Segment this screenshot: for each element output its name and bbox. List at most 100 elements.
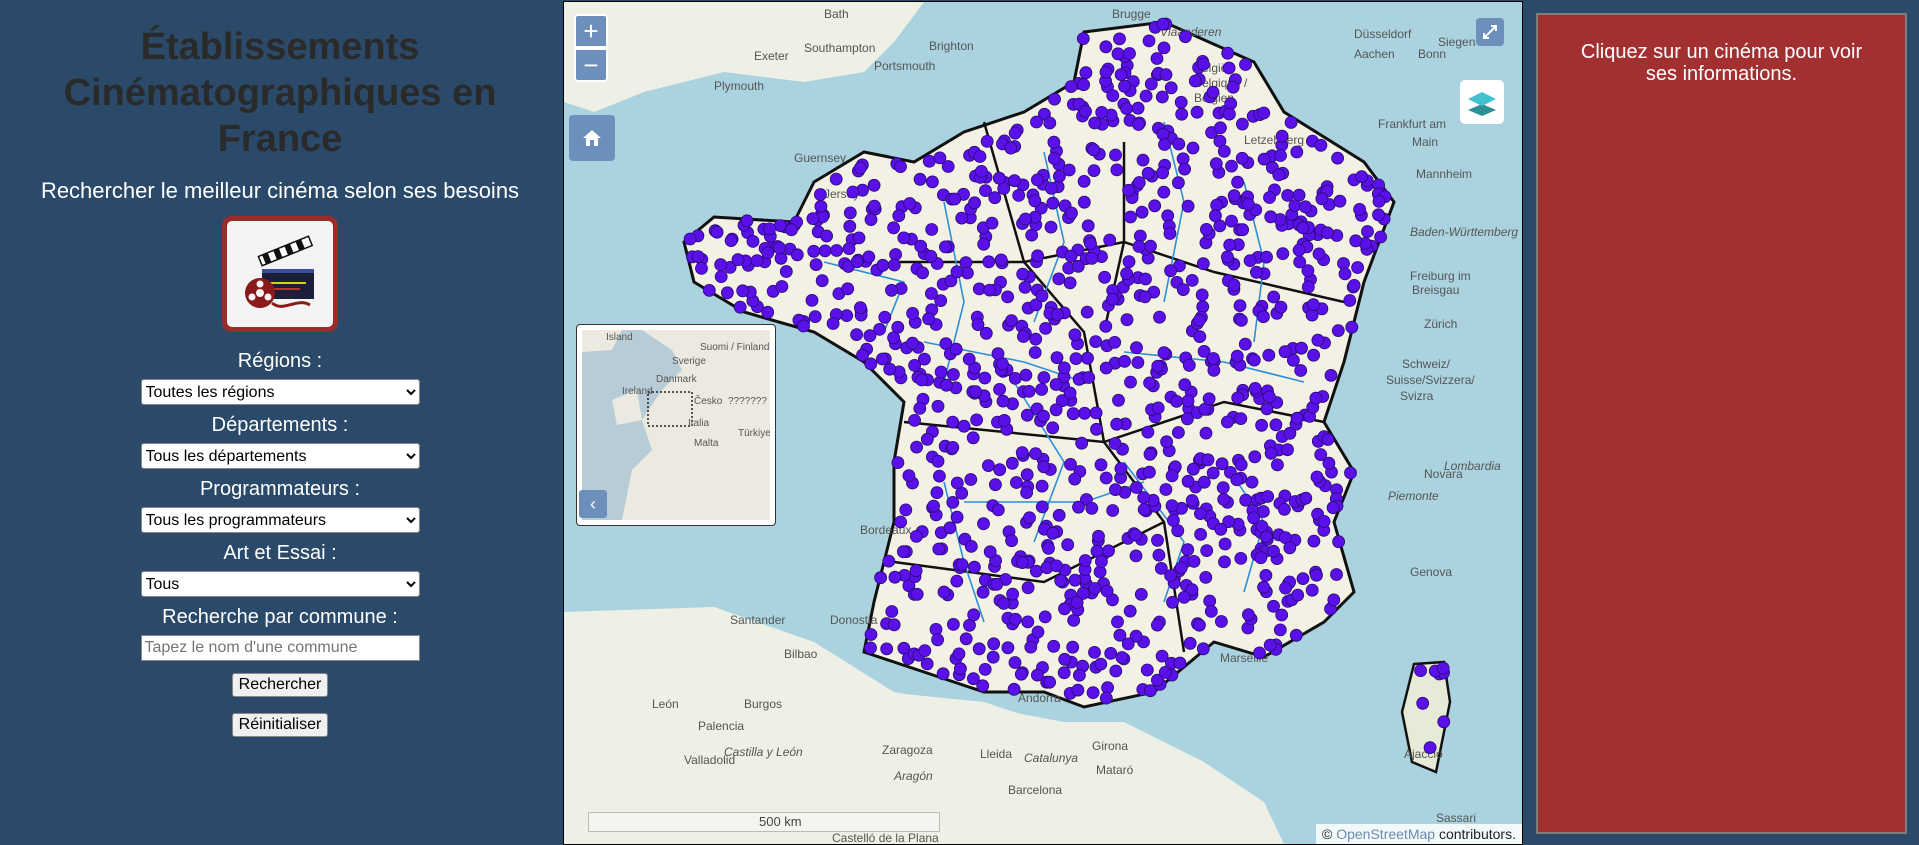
cinema-marker[interactable] <box>1110 163 1124 177</box>
cinema-marker[interactable] <box>1177 591 1191 604</box>
cinema-marker[interactable] <box>1257 310 1270 324</box>
cinema-marker[interactable] <box>1143 376 1156 390</box>
cinema-marker[interactable] <box>1050 559 1063 573</box>
cinema-marker[interactable] <box>1292 188 1306 202</box>
cinema-marker[interactable] <box>932 469 946 483</box>
cinema-marker[interactable] <box>1172 176 1185 190</box>
cinema-marker[interactable] <box>1132 176 1146 189</box>
cinema-marker[interactable] <box>1018 280 1032 294</box>
cinema-marker[interactable] <box>1317 515 1331 528</box>
cinema-marker[interactable] <box>850 328 864 342</box>
cinema-marker[interactable] <box>1124 210 1137 224</box>
cinema-marker[interactable] <box>882 554 896 568</box>
cinema-marker[interactable] <box>1037 409 1050 423</box>
cinema-marker[interactable] <box>1185 273 1199 287</box>
cinema-marker[interactable] <box>920 432 934 446</box>
cinema-marker[interactable] <box>1259 569 1273 582</box>
cinema-marker[interactable] <box>952 647 966 661</box>
cinema-marker[interactable] <box>1132 240 1146 253</box>
cinema-marker[interactable] <box>1305 308 1319 322</box>
cinema-marker[interactable] <box>1262 390 1276 404</box>
cinema-marker[interactable] <box>949 342 963 356</box>
cinema-marker[interactable] <box>1086 686 1100 699</box>
cinema-marker[interactable] <box>1007 682 1021 696</box>
cinema-marker[interactable] <box>1181 474 1195 488</box>
cinema-marker[interactable] <box>1321 433 1335 446</box>
cinema-marker[interactable] <box>1217 492 1231 506</box>
cinema-marker[interactable] <box>1416 696 1430 710</box>
cinema-marker[interactable] <box>1263 638 1277 652</box>
cinema-marker[interactable] <box>761 246 775 260</box>
cinema-marker[interactable] <box>1088 646 1101 659</box>
cinema-marker[interactable] <box>1058 602 1071 616</box>
cinema-marker[interactable] <box>1248 450 1262 464</box>
cinema-marker[interactable] <box>1175 107 1189 121</box>
cinema-marker[interactable] <box>1115 651 1129 664</box>
cinema-marker[interactable] <box>887 331 901 345</box>
cinema-marker[interactable] <box>981 459 995 473</box>
cinema-marker[interactable] <box>1047 639 1061 653</box>
cinema-marker[interactable] <box>1273 623 1287 637</box>
cinema-marker[interactable] <box>1351 261 1364 274</box>
cinema-marker[interactable] <box>906 306 920 320</box>
cinema-marker[interactable] <box>1020 486 1034 500</box>
cinema-marker[interactable] <box>1122 255 1136 269</box>
cinema-marker[interactable] <box>1142 34 1156 48</box>
cinema-marker[interactable] <box>896 545 910 559</box>
cinema-marker[interactable] <box>1008 126 1022 140</box>
cinema-marker[interactable] <box>1069 352 1083 366</box>
cinema-marker[interactable] <box>1305 583 1319 597</box>
cinema-marker[interactable] <box>1195 288 1209 302</box>
cinema-marker[interactable] <box>1068 328 1082 342</box>
cinema-marker[interactable] <box>1289 628 1303 642</box>
cinema-marker[interactable] <box>842 242 856 256</box>
overview-collapse-button[interactable]: ‹ <box>579 490 607 518</box>
cinema-marker[interactable] <box>1079 105 1092 118</box>
cinema-marker[interactable] <box>1120 313 1134 327</box>
cinema-marker[interactable] <box>955 211 969 225</box>
cinema-marker[interactable] <box>830 244 844 257</box>
cinema-marker[interactable] <box>874 571 888 585</box>
cinema-marker[interactable] <box>1131 101 1145 115</box>
cinema-marker[interactable] <box>988 191 1002 205</box>
cinema-marker[interactable] <box>980 134 994 148</box>
cinema-marker[interactable] <box>846 185 860 199</box>
cinema-marker[interactable] <box>1155 90 1169 104</box>
cinema-marker[interactable] <box>1077 195 1091 209</box>
cinema-marker[interactable] <box>1132 118 1145 131</box>
cinema-marker[interactable] <box>1221 415 1234 429</box>
cinema-marker[interactable] <box>922 154 936 168</box>
cinema-marker[interactable] <box>1301 280 1315 294</box>
cinema-marker[interactable] <box>1311 333 1325 347</box>
cinema-marker[interactable] <box>1199 426 1213 440</box>
cinema-marker[interactable] <box>908 413 922 427</box>
cinema-marker[interactable] <box>1077 174 1091 188</box>
cinema-marker[interactable] <box>1243 254 1257 268</box>
cinema-marker[interactable] <box>1257 152 1271 166</box>
cinema-marker[interactable] <box>873 322 887 336</box>
cinema-marker[interactable] <box>1063 276 1077 290</box>
cinema-marker[interactable] <box>1281 443 1294 457</box>
cinema-marker[interactable] <box>1164 81 1178 95</box>
cinema-marker[interactable] <box>929 623 943 636</box>
cinema-marker[interactable] <box>931 454 945 468</box>
cinema-marker[interactable] <box>1153 310 1166 324</box>
cinema-marker[interactable] <box>1437 715 1451 729</box>
cinema-marker[interactable] <box>1075 436 1089 450</box>
cinema-marker[interactable] <box>1014 667 1028 681</box>
cinema-marker[interactable] <box>1214 522 1228 536</box>
cinema-marker[interactable] <box>1299 491 1313 505</box>
cinema-marker[interactable] <box>1031 625 1045 639</box>
cinema-marker[interactable] <box>878 310 892 324</box>
cinema-marker[interactable] <box>1024 640 1038 654</box>
cinema-marker[interactable] <box>946 440 960 454</box>
cinema-marker[interactable] <box>1141 425 1155 439</box>
cinema-marker[interactable] <box>1129 528 1143 542</box>
cinema-marker[interactable] <box>1215 457 1229 471</box>
cinema-marker[interactable] <box>1135 205 1149 219</box>
cinema-marker[interactable] <box>1043 675 1057 689</box>
cinema-marker[interactable] <box>1049 378 1063 391</box>
cinema-marker[interactable] <box>1326 501 1340 515</box>
cinema-marker[interactable] <box>1321 226 1334 240</box>
cinema-marker[interactable] <box>1046 196 1060 210</box>
